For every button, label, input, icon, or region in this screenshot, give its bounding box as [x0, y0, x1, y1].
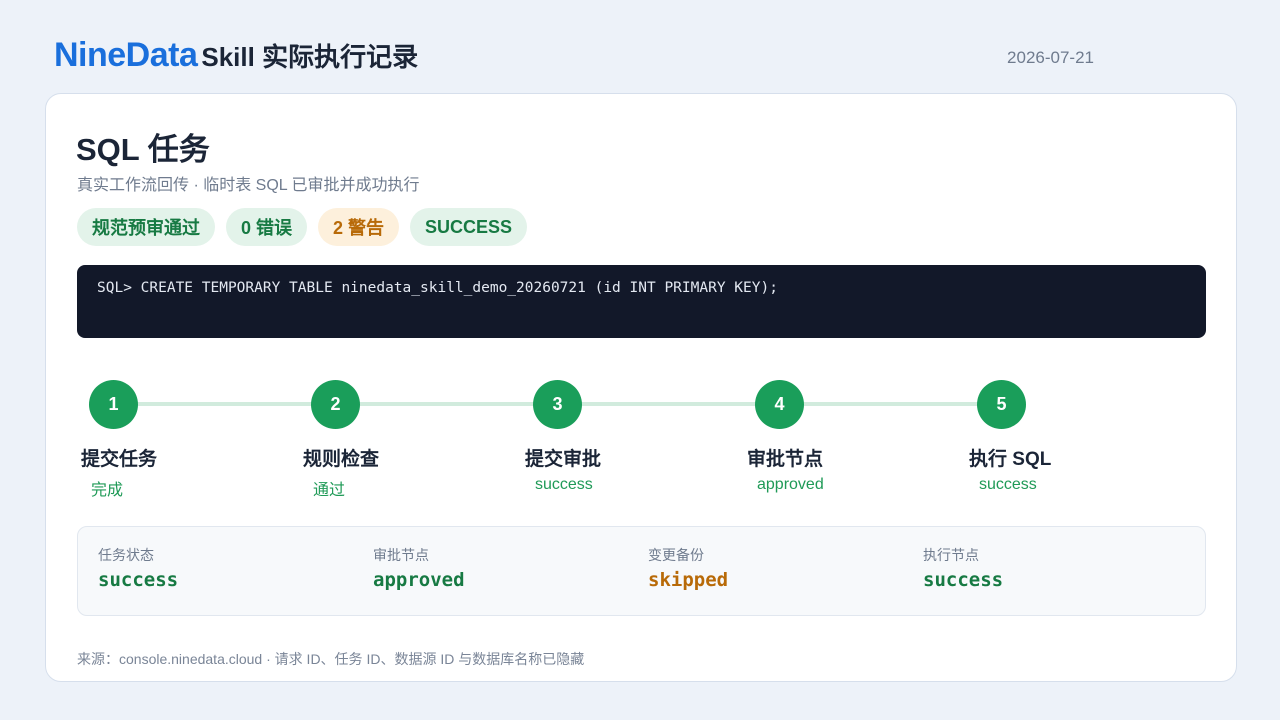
step-label: 提交审批 [525, 449, 602, 470]
summary-value: success [98, 569, 179, 591]
summary-label: 审批节点 [373, 547, 429, 563]
task-title: SQL 任务 [76, 132, 210, 167]
error-count-badge: 0 错误 [226, 208, 308, 246]
step-number-badge: 5 [977, 380, 1026, 429]
step-label: 审批节点 [747, 449, 824, 470]
source-footnote: 来源：console.ninedata.cloud · 请求 ID、任务 ID、… [77, 651, 585, 667]
brand-logo: NineData [54, 36, 198, 74]
result-badge: SUCCESS [410, 208, 528, 246]
step-number-badge: 1 [89, 380, 138, 429]
page-header: NineData Skill 实际执行记录 [54, 36, 418, 75]
sql-command: CREATE TEMPORARY TABLE ninedata_skill_de… [140, 280, 778, 296]
status-badges: 规范预审通过 0 错误 2 警告 SUCCESS [77, 208, 528, 246]
step-status: 通过 [313, 482, 346, 499]
warning-count-badge: 2 警告 [318, 208, 400, 246]
summary-value: skipped [648, 569, 729, 591]
sql-terminal: SQL> CREATE TEMPORARY TABLE ninedata_ski… [77, 265, 1206, 338]
step-number-badge: 2 [311, 380, 360, 429]
step-label: 规则检查 [303, 449, 380, 470]
task-card: SQL 任务 真实工作流回传 · 临时表 SQL 已审批并成功执行 规范预审通过… [45, 93, 1237, 682]
summary-label: 执行节点 [923, 547, 979, 563]
execution-summary: 任务状态 success 审批节点 approved 变更备份 skipped … [77, 526, 1206, 616]
step-label: 提交任务 [81, 449, 158, 470]
task-subtitle: 真实工作流回传 · 临时表 SQL 已审批并成功执行 [77, 177, 420, 194]
summary-label: 任务状态 [98, 547, 154, 563]
step-status: 完成 [91, 482, 124, 499]
summary-value: approved [373, 569, 465, 591]
step-label: 执行 SQL [969, 449, 1052, 470]
step-status: approved [757, 476, 824, 493]
step-status: success [535, 476, 593, 493]
workflow-steps: 1 提交任务 完成 2 规则检查 通过 3 提交审批 success 4 审批节… [77, 380, 1206, 500]
page-title: Skill 实际执行记录 [201, 42, 419, 72]
summary-label: 变更备份 [648, 547, 704, 563]
sql-prompt: SQL> [97, 280, 132, 296]
step-number-badge: 4 [755, 380, 804, 429]
precheck-badge: 规范预审通过 [77, 208, 215, 246]
step-number-badge: 3 [533, 380, 582, 429]
step-status: success [979, 476, 1037, 493]
summary-value: success [923, 569, 1004, 591]
report-date: 2026-07-21 [1007, 48, 1094, 67]
